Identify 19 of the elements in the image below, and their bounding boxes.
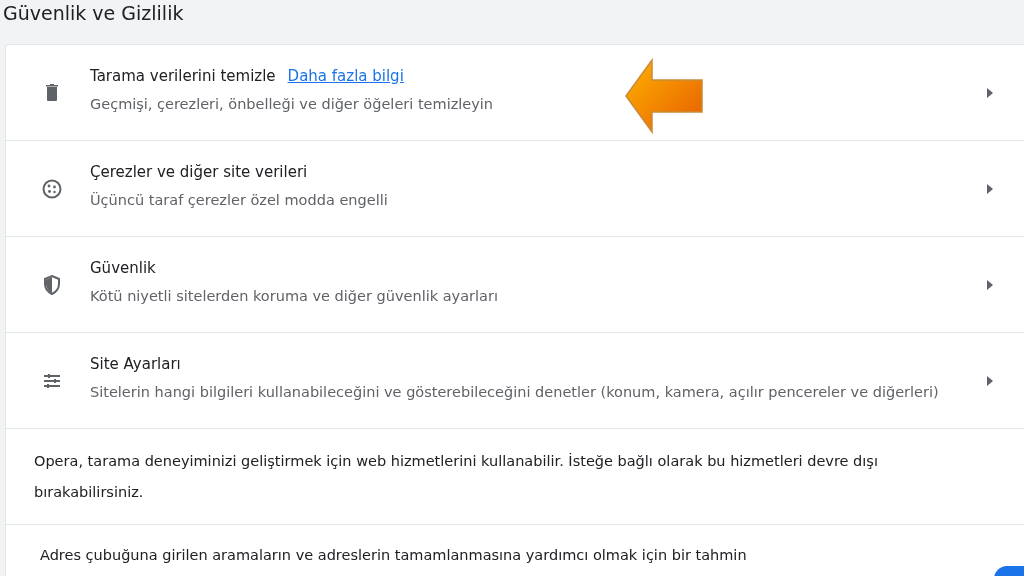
chevron-right-icon: [986, 374, 994, 387]
info-text: Opera, tarama deneyiminizi geliştirmek için web hizmetlerini kullanabilir. İsteğe bağlı olarak bu hizmetleri devre dışı bırakabilirsiniz.: [34, 451, 879, 502]
row-description: Kötü niyetli sitelerden koruma ve diğer güvenlik ayarları: [90, 286, 499, 306]
row-title: Güvenlik: [90, 258, 156, 277]
row-description: Üçüncü taraf çerezler özel modda engelli: [90, 190, 389, 210]
row-title: Tarama verilerini temizle: [90, 66, 276, 85]
section-title: Güvenlik ve Gizlilik: [2, 1, 185, 26]
row-title: Çerezler ve diğer site verileri: [90, 162, 308, 181]
learn-more-link[interactable]: Daha fazla bilgi: [287, 66, 404, 85]
chevron-right-icon: [986, 182, 994, 195]
row-description: Geçmişi, çerezleri, önbelleği ve diğer öğeleri temizleyin: [90, 94, 495, 114]
settings-row[interactable]: Çerezler ve diğer site verileri Üçüncü taraf çerezler özel modda engelli: [6, 141, 1024, 237]
chevron-right-icon: [986, 278, 994, 291]
row-title: Site Ayarları: [90, 354, 181, 373]
settings-row[interactable]: Güvenlik Kötü niyetli sitelerden koruma ve diğer güvenlik ayarları: [6, 237, 1024, 333]
chevron-right-icon: [986, 86, 994, 99]
settings-row[interactable]: Site Ayarları Sitelerin hangi bilgileri kullanabileceğini ve gösterebileceğini denetler (konum, kamera, açılır pencereler ve diğerleri): [6, 333, 1024, 429]
setting-label: Adres çubuğuna girilen aramaların ve adreslerin tamamlanmasına yardımcı olmak için bir tahmin: [40, 547, 747, 563]
row-description: Sitelerin hangi bilgileri kullanabileceğini ve gösterebileceğini denetler (konum, kamera, açılır pencereler ve diğerleri): [90, 382, 940, 402]
